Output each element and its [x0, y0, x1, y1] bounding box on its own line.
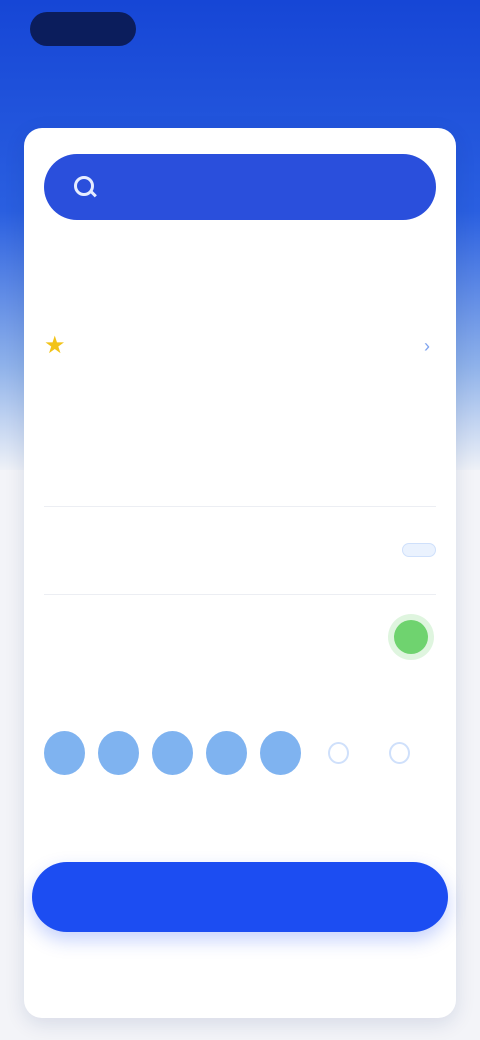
rating-dot-filled[interactable] — [98, 731, 140, 775]
footnote — [74, 820, 406, 838]
rating-dot-filled[interactable] — [260, 731, 302, 775]
rating-header — [44, 702, 436, 718]
divider — [44, 506, 436, 507]
detail-row — [44, 456, 436, 486]
option-row — [44, 530, 436, 570]
rating-selector[interactable] — [44, 728, 436, 778]
toggle-row — [44, 614, 436, 674]
search-icon — [72, 174, 98, 200]
rating-dot-empty[interactable] — [389, 742, 410, 764]
detail-row — [44, 408, 436, 438]
search-input[interactable] — [112, 171, 416, 203]
search-bar[interactable] — [44, 154, 436, 220]
rating-dot-filled[interactable] — [44, 731, 86, 775]
chevron-right-icon[interactable]: › — [418, 337, 436, 355]
rating-dot-empty[interactable] — [328, 742, 350, 764]
option-button[interactable] — [402, 543, 436, 557]
rating-dot-filled[interactable] — [206, 731, 248, 775]
selected-item-row[interactable]: ★ › — [44, 324, 436, 368]
status-bar — [0, 0, 480, 64]
rating-dot-filled[interactable] — [152, 731, 194, 775]
page-title — [28, 76, 308, 104]
main-card: ★ › — [24, 128, 456, 1018]
toggle-switch[interactable] — [394, 620, 428, 654]
divider — [44, 594, 436, 595]
section-label — [44, 280, 244, 298]
status-indicators — [350, 20, 446, 40]
status-pill — [30, 12, 136, 46]
star-icon: ★ — [44, 332, 66, 359]
submit-button[interactable] — [32, 862, 448, 932]
